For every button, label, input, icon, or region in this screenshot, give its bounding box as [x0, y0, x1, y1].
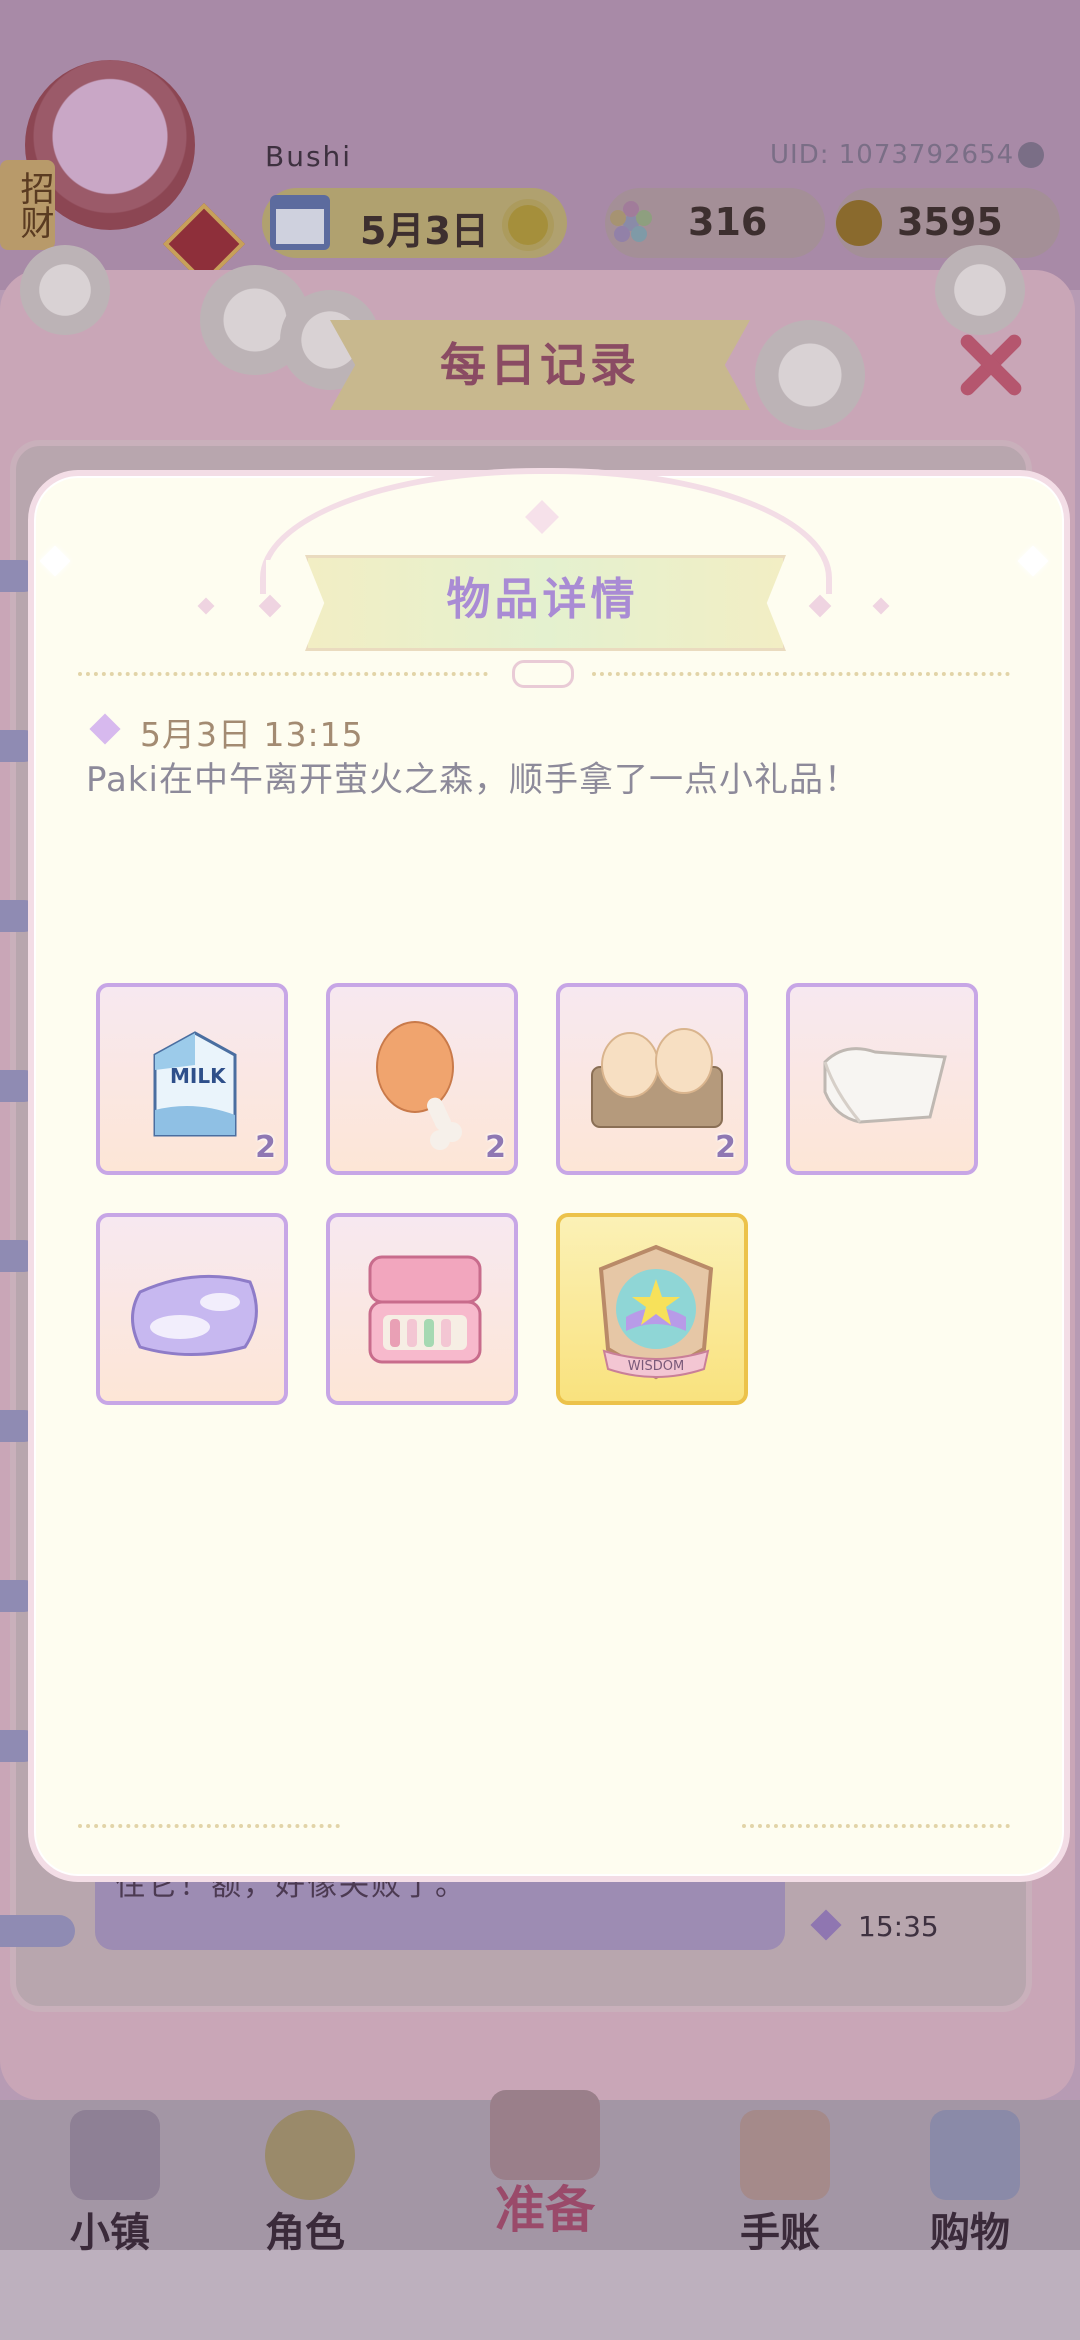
prepare-basket-icon — [490, 2090, 600, 2180]
player-avatar-emblem[interactable]: 招财 — [0, 40, 246, 286]
town-map-icon — [70, 2110, 160, 2200]
wisdom-badge-icon: WISDOM — [598, 1244, 714, 1380]
player-username: Bushi — [265, 140, 353, 173]
entry-timestamp: 5月3日 13:15 — [140, 715, 364, 754]
svg-text:MILK: MILK — [170, 1064, 227, 1088]
emblem-tag: 招财 — [0, 160, 55, 250]
bottom-nav-base — [0, 2250, 1080, 2340]
nav-label: 准备 — [495, 2181, 595, 2239]
item-slot[interactable]: 2 — [556, 983, 748, 1175]
entry-description: Paki在中午离开萤火之森，顺手拿了一点小礼品！ — [86, 760, 859, 800]
gem-count: 316 — [688, 200, 768, 244]
badge-label: WISDOM — [628, 1359, 684, 1374]
rose-decoration-icon — [755, 320, 865, 430]
item-slot[interactable]: MILK 2 — [96, 983, 288, 1175]
calendar-icon[interactable] — [270, 195, 330, 250]
rose-decoration-icon — [935, 245, 1025, 335]
item-count: 2 — [715, 1130, 736, 1165]
rose-decoration-icon — [20, 245, 110, 335]
item-slot[interactable] — [786, 983, 978, 1175]
lipstick-case-icon — [368, 1255, 482, 1364]
item-slot[interactable] — [96, 1213, 288, 1405]
record-entry-time: 15:35 — [858, 1910, 939, 1943]
divider — [592, 672, 1010, 676]
rainbow-gem-icon — [610, 201, 652, 242]
nav-character[interactable]: 角色 — [235, 2110, 375, 2260]
divider — [78, 1824, 340, 1828]
nav-shop[interactable]: 购物 — [900, 2110, 1040, 2260]
item-count: 2 — [255, 1130, 276, 1165]
divider — [742, 1824, 1010, 1828]
nav-prepare[interactable]: 准备 — [430, 2090, 660, 2260]
bow-ornament-icon — [512, 660, 574, 688]
nav-town[interactable]: 小镇 — [40, 2110, 180, 2260]
journal-book-icon — [740, 2110, 830, 2200]
nav-label: 手账 — [740, 2210, 820, 2256]
side-tab — [0, 1915, 75, 1947]
sun-weather-icon — [508, 205, 548, 245]
cushion-icon — [131, 1274, 258, 1356]
coin-count: 3595 — [897, 200, 1003, 244]
close-button[interactable] — [950, 325, 1030, 405]
character-bunny-icon — [265, 2110, 355, 2200]
nav-journal[interactable]: 手账 — [710, 2110, 850, 2260]
chicken-drumstick-icon — [376, 1021, 462, 1150]
item-slot[interactable] — [326, 1213, 518, 1405]
records-title: 每日记录 — [440, 338, 640, 392]
item-count: 2 — [485, 1130, 506, 1165]
coin-icon — [836, 200, 882, 246]
shopping-bag-icon — [930, 2110, 1020, 2200]
nav-label: 购物 — [930, 2210, 1010, 2256]
milk-carton-icon: MILK — [153, 1031, 237, 1137]
current-date: 5月3日 — [360, 209, 489, 253]
modal-title: 物品详情 — [446, 574, 639, 625]
divider — [78, 672, 488, 676]
towel-icon — [823, 1047, 947, 1124]
copy-icon[interactable] — [1018, 142, 1044, 168]
player-uid: UID: 1073792654 — [770, 140, 1015, 170]
item-slot[interactable]: 2 — [326, 983, 518, 1175]
nav-label: 小镇 — [70, 2210, 150, 2256]
item-slot-highlighted[interactable]: WISDOM — [556, 1213, 748, 1405]
egg-carton-icon — [591, 1028, 723, 1128]
nav-label: 角色 — [265, 2210, 345, 2256]
